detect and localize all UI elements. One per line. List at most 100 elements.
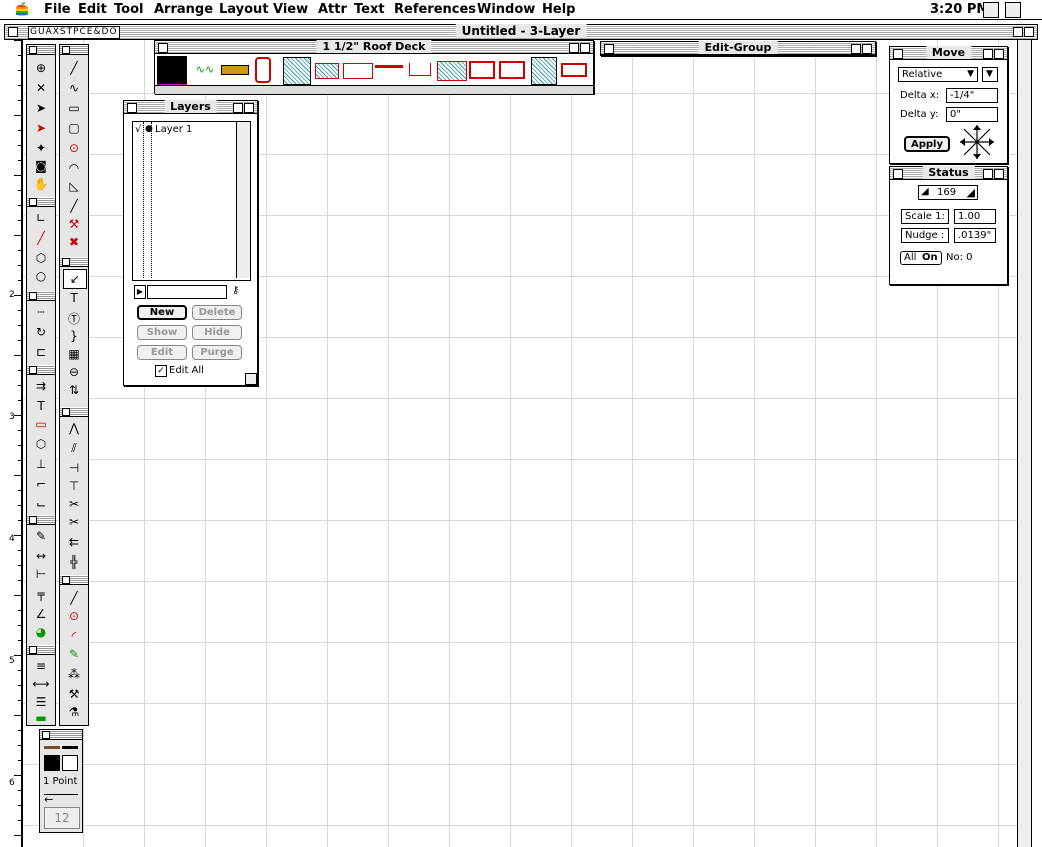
palette-close-icon[interactable] [62,408,70,416]
edit-layer-button[interactable]: Edit [137,345,187,360]
palette-close-icon[interactable] [42,731,50,739]
pen-size-field[interactable]: 12 [44,807,80,829]
red-line-tool-icon[interactable]: ╱ [30,229,52,247]
menu-attr[interactable]: Attr [318,2,347,17]
collapse-box-icon[interactable] [1024,27,1034,37]
deck-wave-icon[interactable]: ∿∿ [191,56,219,84]
layer-list[interactable]: √ ● Layer 1 [132,121,251,281]
move-mode-select[interactable]: Relative ▼ [898,67,978,82]
arc-red-icon[interactable]: ◜ [63,627,85,645]
key-icon[interactable]: ⚷ [232,285,239,296]
deck-box-icon[interactable] [499,61,525,79]
move-arrows-icon[interactable]: ⇅ [63,381,85,399]
join-tool-icon[interactable]: ⊤ [63,477,85,495]
apply-button[interactable]: Apply [904,136,950,152]
hide-layer-button[interactable]: Hide [192,325,242,340]
scissors-icon[interactable]: ✂ [63,495,85,513]
deck-channel-icon[interactable] [315,63,339,79]
deck-double-icon[interactable] [561,63,587,77]
pointer-tool-icon[interactable]: ➤ [30,99,52,117]
purge-layer-button[interactable]: Purge [192,345,242,360]
hatch-line-tool-icon[interactable]: ┄ [30,303,52,321]
roof-deck-title-bar[interactable]: 1 1/2" Roof Deck [154,40,594,54]
target-circle-icon[interactable]: ⊙ [63,607,85,625]
zoom-box-icon[interactable] [233,103,243,113]
pencil-tool-icon[interactable]: ✎ [30,527,52,545]
hammer-tool-icon[interactable]: ⚒ [63,215,85,233]
scale-label[interactable]: Scale 1: [901,209,949,224]
rotate-tool-icon[interactable]: ↻ [30,323,52,341]
new-layer-button[interactable]: New [137,305,187,320]
delta-y-input[interactable]: 0" [946,107,998,122]
magic-wand-icon[interactable]: ✦ [30,139,52,157]
menu-view[interactable]: View [273,2,308,17]
palette-close-icon[interactable] [62,258,70,266]
document-title-bar[interactable]: Untitled - 3-Layer [4,24,1038,40]
delete-layer-button[interactable]: Delete [192,305,242,320]
pen-black-swatch[interactable] [44,755,60,771]
deck-angle-icon[interactable] [375,65,403,74]
menu-layout[interactable]: Layout [219,2,269,17]
hammer-icon[interactable]: ⚒ [63,685,85,703]
extend-tool-icon[interactable]: ⊣ [63,459,85,477]
collapse-box-icon[interactable] [580,43,590,53]
vertical-scrollbar[interactable] [1017,40,1032,847]
rectangle-tool-icon[interactable]: ▭ [63,99,85,117]
step-tool-icon[interactable]: ⊏ [30,343,52,361]
fill-color-swatch[interactable] [62,746,78,749]
table-tool-icon[interactable]: ▦ [63,345,85,363]
show-layer-button[interactable]: Show [137,325,187,340]
layer-name-input[interactable] [147,285,227,299]
weld-tool-icon[interactable]: ⌙ [30,495,52,513]
delta-x-input[interactable]: -1/4" [946,88,998,103]
collapse-box-icon[interactable] [244,103,254,113]
deck-cell-icon[interactable] [437,61,467,81]
move-title-bar[interactable]: Move [889,46,1008,60]
arc-tool-icon[interactable]: ◠ [63,159,85,177]
zoom-value[interactable]: 169 [937,187,956,198]
dimension-tool-icon[interactable]: ↔ [30,547,52,565]
nudge-input[interactable]: .0139" [954,228,996,243]
deck-profile-selected-icon[interactable] [157,56,187,86]
menu-references[interactable]: References [394,2,476,17]
brace-tool-icon[interactable]: } [63,327,85,345]
layer-triangle-icon[interactable]: ▶ [134,285,146,299]
palette-close-icon[interactable] [29,366,37,374]
nudge-label[interactable]: Nudge : [901,228,949,243]
freehand-tool-icon[interactable]: ∿ [63,79,85,97]
deck-board-icon[interactable] [221,65,249,75]
deck-plate-icon[interactable] [343,63,373,79]
zoom-box-icon[interactable] [569,43,579,53]
dropper-icon[interactable]: ⚗ [63,703,85,721]
close-box-icon[interactable] [8,27,18,37]
zoom-in-icon[interactable]: ◢ [967,186,975,199]
cross-tool-icon[interactable]: ╬ [63,553,85,571]
phone-icon[interactable] [983,2,999,18]
angle-dimension-icon[interactable]: ∠ [30,605,52,623]
color-line-icon[interactable]: ▬ [30,709,52,727]
layer-check[interactable]: √ [135,124,141,135]
layer-active-dot[interactable]: ● [145,124,153,134]
close-box-icon[interactable] [127,103,137,113]
circle-tool-icon[interactable]: ⊙ [63,139,85,157]
circled-text-tool-icon[interactable]: Ⓣ [63,309,85,327]
diagonal-line-icon[interactable]: ╱ [63,589,85,607]
collapse-box-icon[interactable] [862,44,872,54]
pen-weight-label[interactable]: 1 Point [43,776,77,787]
break-tool-icon[interactable]: ✂ [63,513,85,531]
close-box-icon[interactable] [893,49,903,59]
t-beam-tool-icon[interactable]: T [30,397,52,415]
fill-white-swatch[interactable] [62,755,78,771]
linear-dimension-icon[interactable]: ⊢ [30,565,52,583]
menu-file[interactable]: File [44,2,71,17]
red-box-tool-icon[interactable]: ▭ [30,415,52,433]
menu-help[interactable]: Help [542,2,575,17]
direction-arrows-icon[interactable] [958,123,996,161]
zoom-box-icon[interactable] [983,169,993,179]
app-switcher-icon[interactable] [1005,2,1021,18]
hexagon-tool-icon[interactable]: ⬡ [30,249,52,267]
palette-close-icon[interactable] [29,46,37,54]
deck-hatch-icon[interactable] [283,57,311,85]
bend-tool-icon[interactable]: ⌐ [30,475,52,493]
target-tool-icon[interactable]: ⊕ [30,59,52,77]
